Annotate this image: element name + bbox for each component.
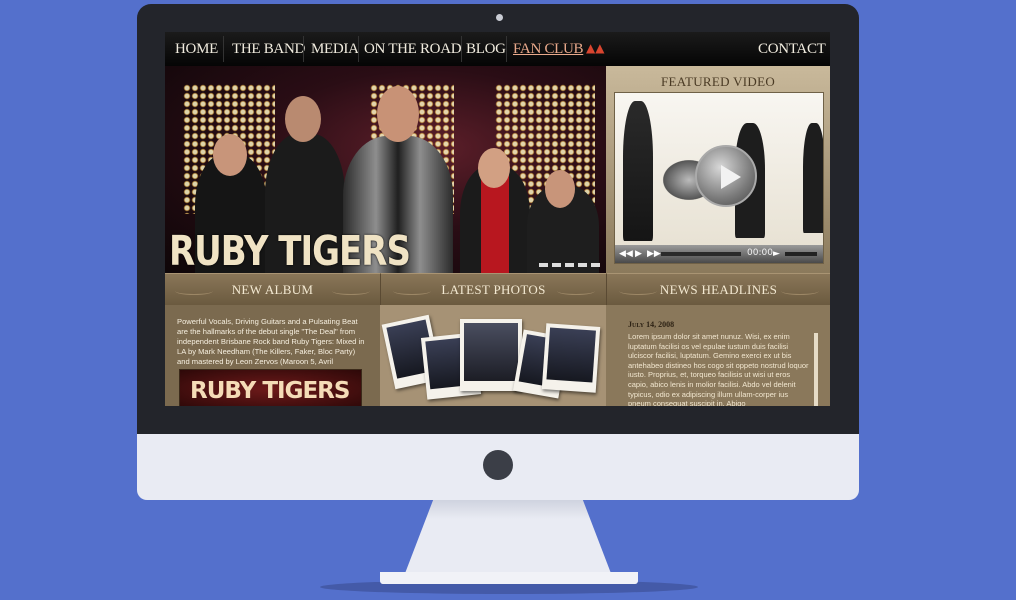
nav-divider [223, 36, 224, 62]
featured-video-panel: FEATURED VIDEO ◀◀ ▶ ▶▶ 00:00 ► [606, 66, 830, 273]
new-album-panel: Powerful Vocals, Driving Guitars and a P… [165, 305, 380, 406]
album-cover[interactable]: RUBY TIGERS [179, 369, 362, 406]
nav-divider [358, 36, 359, 62]
nav-contact[interactable]: CONTACT [758, 41, 826, 58]
video-time: 00:00 [747, 248, 773, 258]
slider-dot[interactable] [565, 263, 574, 267]
nav-fan-club[interactable]: FAN CLUB [513, 41, 584, 58]
ornament [781, 287, 819, 295]
ornament [557, 287, 595, 295]
nav-blog[interactable]: BLOG [466, 41, 506, 58]
forward-icon[interactable]: ▶▶ [647, 249, 661, 259]
hero-band-name: RUBY TIGERS [169, 228, 411, 273]
flame-icon: ▲▲ [586, 41, 605, 55]
top-navigation: HOME THE BAND MEDIA ON THE ROAD BLOG FAN… [165, 32, 830, 66]
monitor-base [380, 572, 638, 584]
video-player[interactable]: ◀◀ ▶ ▶▶ 00:00 ► [614, 92, 824, 264]
video-bassist [803, 123, 823, 233]
news-body: Lorem ipsum dolor sit amet nunuz. Wisi, … [628, 332, 809, 406]
volume-slider[interactable] [785, 252, 817, 256]
volume-icon[interactable]: ► [773, 249, 780, 259]
play-icon[interactable] [695, 145, 757, 207]
slider-dot[interactable] [552, 263, 561, 267]
slider-dot[interactable] [578, 263, 587, 267]
featured-video-title: FEATURED VIDEO [660, 74, 776, 89]
band-member-head [478, 148, 510, 188]
nav-divider [303, 36, 304, 62]
video-progress-bar[interactable] [661, 252, 741, 256]
nav-the-band[interactable]: THE BAND [232, 41, 305, 58]
video-frame [615, 93, 823, 245]
monitor: HOME THE BAND MEDIA ON THE ROAD BLOG FAN… [137, 4, 859, 500]
monitor-stand [404, 500, 612, 576]
nav-home[interactable]: HOME [175, 41, 218, 58]
latest-photos-panel [380, 305, 606, 406]
news-date: July 14, 2008 [628, 320, 675, 329]
album-cover-title: RUBY TIGERS [190, 378, 350, 404]
album-description: Powerful Vocals, Driving Guitars and a P… [177, 317, 365, 366]
news-headlines-header: NEWS HEADLINES [606, 273, 830, 305]
video-controls: ◀◀ ▶ ▶▶ 00:00 ► [615, 245, 823, 263]
rewind-icon[interactable]: ◀◀ [619, 249, 633, 259]
photo-thumbnail[interactable] [460, 319, 522, 391]
slider-pagination [539, 263, 600, 267]
latest-photos-header: LATEST PHOTOS [380, 273, 606, 305]
nav-media[interactable]: MEDIA [311, 41, 359, 58]
photo-thumbnail[interactable] [541, 323, 601, 393]
band-member-head [377, 86, 419, 142]
play-small-icon[interactable]: ▶ [635, 249, 642, 259]
ornament [332, 287, 370, 295]
nav-on-the-road[interactable]: ON THE ROAD [364, 41, 462, 58]
nav-divider [506, 36, 507, 62]
video-singer [623, 101, 653, 241]
slider-dot[interactable] [591, 263, 600, 267]
power-button-icon [483, 450, 513, 480]
news-panel: July 14, 2008 Lorem ipsum dolor sit amet… [606, 305, 830, 406]
nav-divider [461, 36, 462, 62]
band-member-head [285, 96, 321, 142]
news-scrollbar[interactable] [814, 333, 818, 406]
camera-icon [496, 14, 503, 21]
website-screen: HOME THE BAND MEDIA ON THE ROAD BLOG FAN… [165, 32, 830, 406]
monitor-chin [137, 434, 859, 500]
band-member-head [545, 170, 575, 208]
new-album-header: NEW ALBUM [165, 273, 380, 305]
band-member-head [213, 134, 247, 176]
slider-dot[interactable] [539, 263, 548, 267]
hero-banner[interactable]: RUBY TIGERS [165, 66, 606, 273]
